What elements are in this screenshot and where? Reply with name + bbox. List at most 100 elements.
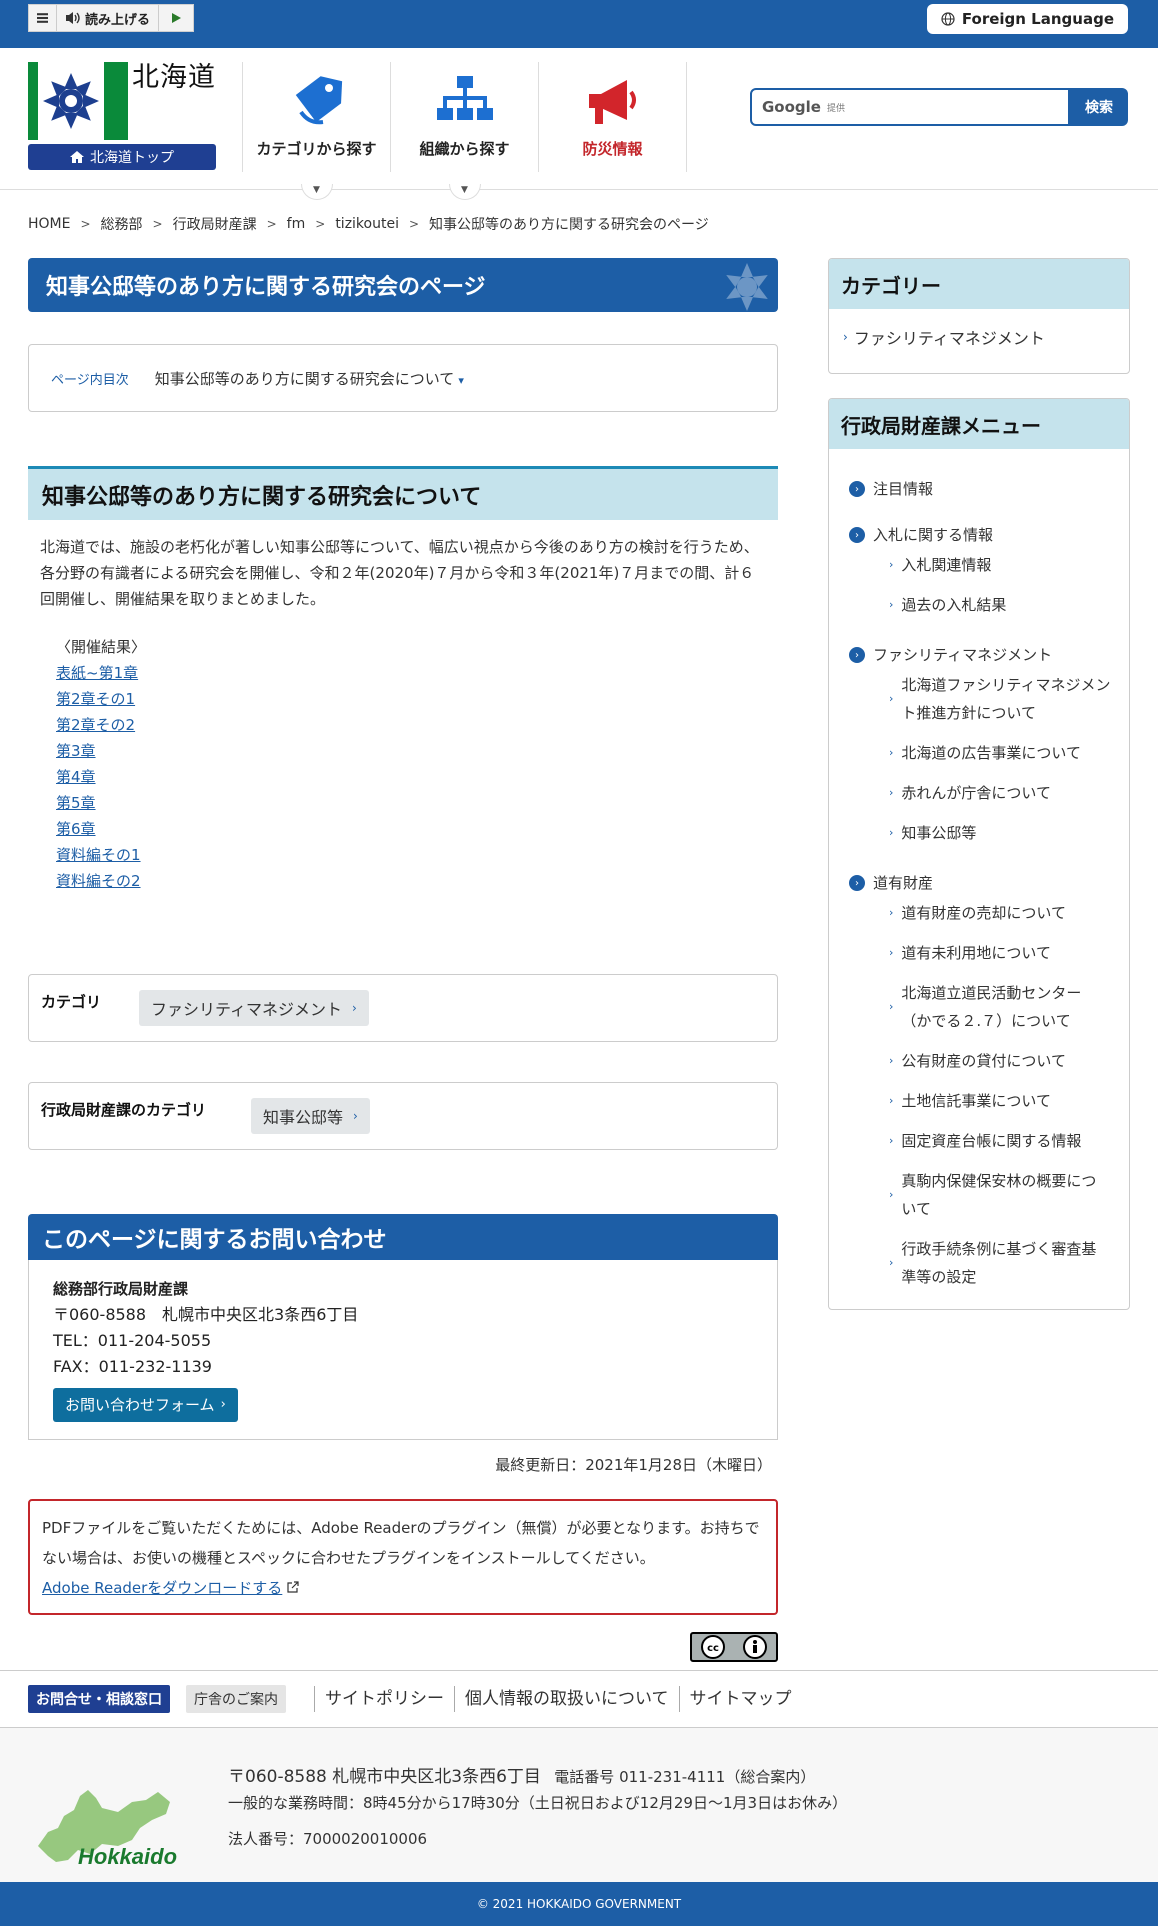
breadcrumb-current: 知事公邸等のあり方に関する研究会のページ (429, 217, 709, 233)
read-aloud-button[interactable]: 読み上げる (57, 5, 160, 31)
chevron-right-icon: › (889, 1256, 894, 1269)
menu-sub-item[interactable]: › 北海道立道民活動センター（かでる２.７）について (849, 979, 1111, 1035)
office-guide-button[interactable]: 庁舎のご案内 (186, 1685, 286, 1713)
org-chart-icon (436, 76, 493, 120)
nav-category[interactable]: カテゴリから探す ▼ (242, 62, 390, 200)
contact-form-button[interactable]: お問い合わせフォーム › (53, 1388, 238, 1422)
menu-item-label: 入札に関する情報 (873, 526, 994, 544)
tag-icon (295, 76, 342, 125)
sitemap-link[interactable]: サイトマップ (678, 1686, 802, 1712)
result-link[interactable]: 資料編その2 (56, 868, 778, 894)
footer-address-text: 〒060-8588 札幌市中央区北3条西6丁目 (228, 1767, 541, 1787)
menu-item-property[interactable]: › 道有財産 (849, 869, 1111, 897)
search-button[interactable]: 検索 (1070, 88, 1128, 126)
contact-window-button[interactable]: お問合せ・相談窓口 (28, 1685, 170, 1713)
nav-category-label: カテゴリから探す (256, 140, 377, 158)
sidebar: カテゴリー › ファシリティマネジメント 行政局財産課メニュー › 注目情報 › 入札… (828, 258, 1130, 1310)
breadcrumb-home[interactable]: HOME (28, 216, 70, 232)
sidebar-category-box: カテゴリー › ファシリティマネジメント (828, 258, 1130, 374)
result-link[interactable]: 資料編その1 (56, 842, 778, 868)
result-link[interactable]: 第4章 (56, 764, 778, 790)
breadcrumb-tizikoutei[interactable]: tizikoutei (335, 216, 399, 232)
hokkaido-top-link[interactable]: 北海道トップ (28, 144, 216, 170)
hokkaido-emblem-icon (28, 62, 128, 140)
page-title-text: 知事公邸等のあり方に関する研究会のページ (46, 275, 486, 300)
footer-phone: 電話番号 011-231-4111（総合案内） (554, 1768, 816, 1786)
contact-tel: TEL：011-204-5055 (53, 1331, 212, 1350)
menu-sub-item[interactable]: › 公有財産の貸付について (849, 1047, 1111, 1075)
nav-organization-expand[interactable]: ▼ (448, 184, 481, 200)
logo-title: 北海道 (132, 62, 216, 93)
menu-item-facility[interactable]: › ファシリティマネジメント (849, 641, 1111, 669)
footer-corp-number: 法人番号：7000020010006 (228, 1830, 428, 1848)
menu-button[interactable] (29, 5, 57, 31)
home-icon (70, 151, 84, 163)
menu-sub-item[interactable]: › 北海道ファシリティマネジメント推進方針について (849, 671, 1111, 727)
sidebar-menu-list: › 注目情報 › 入札に関する情報 › 入札関連情報 › 過去の入札結果 › ファシリティ… (829, 449, 1129, 1309)
site-logo[interactable]: 北海道 北海道トップ (28, 62, 218, 170)
adobe-reader-link-text: Adobe Readerをダウンロードする (42, 1579, 283, 1597)
menu-sub-item[interactable]: › 過去の入札結果 (849, 591, 1111, 619)
menu-sub-item[interactable]: › 道有未利用地について (849, 939, 1111, 967)
search-input[interactable]: Google 提供 (750, 88, 1070, 126)
play-button[interactable] (159, 5, 193, 31)
breadcrumb-zaisan[interactable]: 行政局財産課 (173, 214, 257, 234)
result-link[interactable]: 第5章 (56, 790, 778, 816)
chevron-right-icon: › (849, 481, 865, 497)
menu-sub-label: 北海道ファシリティマネジメント推進方針について (901, 676, 1111, 722)
dept-category-box: 行政局財産課のカテゴリ 知事公邸等 › (28, 1082, 778, 1150)
menu-item-bidding[interactable]: › 入札に関する情報 (849, 521, 1111, 549)
result-link[interactable]: 第2章その1 (56, 686, 778, 712)
site-policy-link[interactable]: サイトポリシー (314, 1686, 454, 1712)
menu-item-attention[interactable]: › 注目情報 (849, 475, 1111, 503)
chevron-right-icon: > (266, 217, 277, 231)
menu-sub-label: 赤れんが庁舎について (901, 784, 1051, 802)
foreign-language-button[interactable]: Foreign Language (926, 4, 1128, 34)
category-box: カテゴリ ファシリティマネジメント › (28, 974, 778, 1042)
result-link[interactable]: 第2章その2 (56, 712, 778, 738)
dept-category-tag-text: 知事公邸等 (263, 1108, 344, 1127)
menu-sub-item[interactable]: › 入札関連情報 (849, 551, 1111, 579)
breadcrumb-soumu[interactable]: 総務部 (101, 214, 143, 234)
nav-organization[interactable]: 組織から探す ▼ (390, 62, 538, 200)
accessibility-toolbar: 読み上げる (28, 4, 195, 32)
menu-sub-label: 道有未利用地について (901, 944, 1051, 962)
menu-sub-item[interactable]: › 行政手続条例に基づく審査基準等の設定 (849, 1235, 1111, 1291)
chevron-right-icon: › (889, 786, 894, 799)
adobe-reader-link[interactable]: Adobe Readerをダウンロードする (42, 1579, 282, 1597)
site-header: 北海道 北海道トップ カテゴリから探す ▼ 組織から探す ▼ 防災情報 Goog… (0, 48, 1158, 200)
menu-sub-item[interactable]: › 北海道の広告事業について (849, 739, 1111, 767)
chevron-right-icon: > (152, 217, 163, 231)
sidebar-category-item[interactable]: › ファシリティマネジメント (829, 309, 1129, 365)
provided-label: 提供 (826, 103, 845, 114)
nav-category-expand[interactable]: ▼ (300, 184, 333, 200)
category-tag[interactable]: ファシリティマネジメント › (139, 990, 369, 1026)
contact-address: 〒060-8588 札幌市中央区北3条西6丁目 (53, 1305, 359, 1324)
menu-sub-item[interactable]: › 真駒内保健保安林の概要について (849, 1167, 1111, 1223)
menu-icon (37, 13, 48, 23)
menu-sub-item[interactable]: › 赤れんが庁舎について (849, 779, 1111, 807)
by-attribution-icon (743, 1635, 767, 1659)
toc-link[interactable]: 知事公邸等のあり方に関する研究会について ▾ (155, 368, 464, 389)
category-label: カテゴリ (41, 992, 102, 1011)
nav-disaster[interactable]: 防災情報 (538, 62, 686, 172)
result-link[interactable]: 第3章 (56, 738, 778, 764)
privacy-link[interactable]: 個人情報の取扱いについて (454, 1686, 679, 1712)
menu-sub-item[interactable]: › 固定資産台帳に関する情報 (849, 1127, 1111, 1155)
result-link[interactable]: 表紙~第1章 (56, 660, 778, 686)
chevron-right-icon: > (80, 217, 91, 231)
breadcrumb-fm[interactable]: fm (287, 216, 306, 232)
dept-category-tag[interactable]: 知事公邸等 › (251, 1098, 370, 1134)
result-link[interactable]: 第6章 (56, 816, 778, 842)
intro-paragraph: 北海道では、施設の老朽化が著しい知事公邸等について、幅広い視点から今後のあり方の… (40, 538, 759, 608)
copyright: © 2021 HOKKAIDO GOVERNMENT (0, 1882, 1158, 1926)
pdf-notice: PDFファイルをご覧いただくためには、Adobe Readerのプラグイン（無償… (28, 1499, 778, 1615)
menu-sub-item[interactable]: › 知事公邸等 (849, 819, 1111, 847)
main-content: 知事公邸等のあり方に関する研究会のページ ページ内目次 知事公邸等のあり方に関す… (28, 258, 778, 1615)
chevron-right-icon: › (889, 1134, 894, 1147)
chevron-down-icon: ▼ (461, 185, 468, 195)
menu-sub-item[interactable]: › 道有財産の売却について (849, 899, 1111, 927)
chevron-right-icon: › (889, 598, 894, 611)
menu-sub-item[interactable]: › 土地信託事業について (849, 1087, 1111, 1115)
external-link-icon (287, 1581, 299, 1593)
